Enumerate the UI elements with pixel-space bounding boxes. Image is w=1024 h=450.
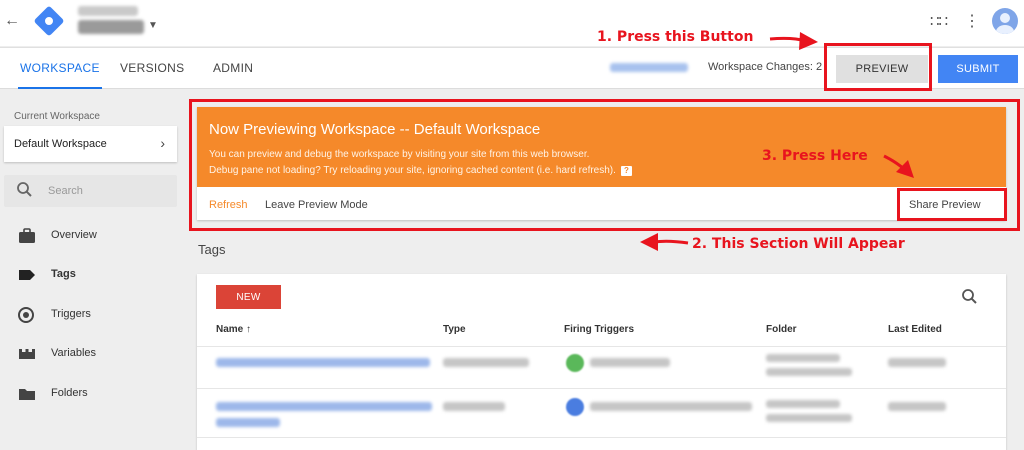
tag-name-blurred[interactable] [216,358,430,367]
column-header-firing-triggers[interactable]: Firing Triggers [564,324,634,335]
trigger-name-blurred[interactable] [590,402,752,411]
sidebar-item-folders[interactable]: Folders [18,384,178,404]
tag-type-blurred [443,358,529,367]
sidebar-search-input[interactable]: Search [4,175,177,207]
tags-table-card: NEW Name ↑ Type Firing Triggers Folder L… [197,274,1006,450]
folder-name-blurred [766,400,840,408]
current-workspace-name: Default Workspace [14,138,107,150]
tag-icon [19,270,35,280]
arrow-down-right-icon [883,154,914,178]
sidebar-item-label: Variables [51,347,97,359]
column-header-name[interactable]: Name ↑ [216,324,251,335]
column-header-type[interactable]: Type [443,324,466,335]
tab-versions[interactable]: VERSIONS [120,48,184,89]
arrow-right-icon [769,32,818,50]
annotation-step-3: 3. Press Here [762,148,868,164]
folder-name-blurred [766,414,852,422]
sidebar-item-label: Triggers [51,308,91,320]
trigger-icon [18,307,34,323]
top-app-bar: ← ▼ ∷∷ ⋮ [0,0,1024,46]
folder-icon [19,389,35,400]
tag-name-blurred[interactable] [216,418,280,427]
avatar-body-icon [996,25,1014,34]
divider [197,346,1006,347]
annotation-highlight-preview [824,43,932,91]
divider [197,437,1006,438]
chevron-right-icon: › [160,135,165,151]
divider [197,388,1006,389]
workspace-url-blurred[interactable] [610,63,688,72]
tab-admin[interactable]: ADMIN [213,48,253,89]
sidebar-item-label: Folders [51,387,88,399]
folder-name-blurred [766,354,840,362]
sidebar-item-tags[interactable]: Tags [18,265,178,285]
container-name-blurred[interactable] [78,20,144,34]
trigger-icon [566,398,584,416]
avatar-head-icon [1000,13,1010,23]
more-vert-icon[interactable]: ⋮ [964,11,980,31]
column-header-folder[interactable]: Folder [766,324,797,335]
sidebar-item-variables[interactable]: Variables [18,344,178,364]
variables-icon [19,349,35,359]
folder-name-blurred [766,368,852,376]
current-workspace-selector[interactable]: Default Workspace › [4,126,177,162]
tab-workspace[interactable]: WORKSPACE [18,48,102,89]
back-arrow-icon[interactable]: ← [4,12,20,30]
tags-section-title: Tags [198,242,226,257]
column-header-last-edited[interactable]: Last Edited [888,324,942,335]
search-icon [17,182,32,197]
workspace-changes-count: Workspace Changes: 2 [708,61,823,73]
sidebar-item-triggers[interactable]: Triggers [18,305,178,325]
search-icon[interactable] [961,288,979,306]
caret-down-icon[interactable]: ▼ [148,20,158,31]
last-edited-blurred [888,358,946,367]
last-edited-blurred [888,402,946,411]
current-workspace-label: Current Workspace [14,111,100,122]
annotation-highlight-share [897,188,1007,221]
tag-name-blurred[interactable] [216,402,432,411]
annotation-step-1: 1. Press this Button [597,29,754,45]
submit-button[interactable]: SUBMIT [938,55,1018,83]
sidebar-item-overview[interactable]: Overview [18,226,178,246]
sidebar-item-label: Overview [51,229,97,241]
sidebar-item-label: Tags [51,268,76,280]
trigger-icon [566,354,584,372]
tag-type-blurred [443,402,505,411]
briefcase-icon [19,228,35,243]
new-tag-button[interactable]: NEW [216,285,281,309]
account-name-blurred[interactable] [78,6,138,16]
arrow-left-icon [640,233,689,251]
tag-manager-logo-icon [33,5,65,37]
avatar[interactable] [992,8,1018,34]
annotation-step-2: 2. This Section Will Appear [692,236,905,252]
apps-grid-icon[interactable]: ∷∷ [930,12,948,30]
search-placeholder: Search [48,185,83,197]
trigger-name-blurred[interactable] [590,358,670,367]
